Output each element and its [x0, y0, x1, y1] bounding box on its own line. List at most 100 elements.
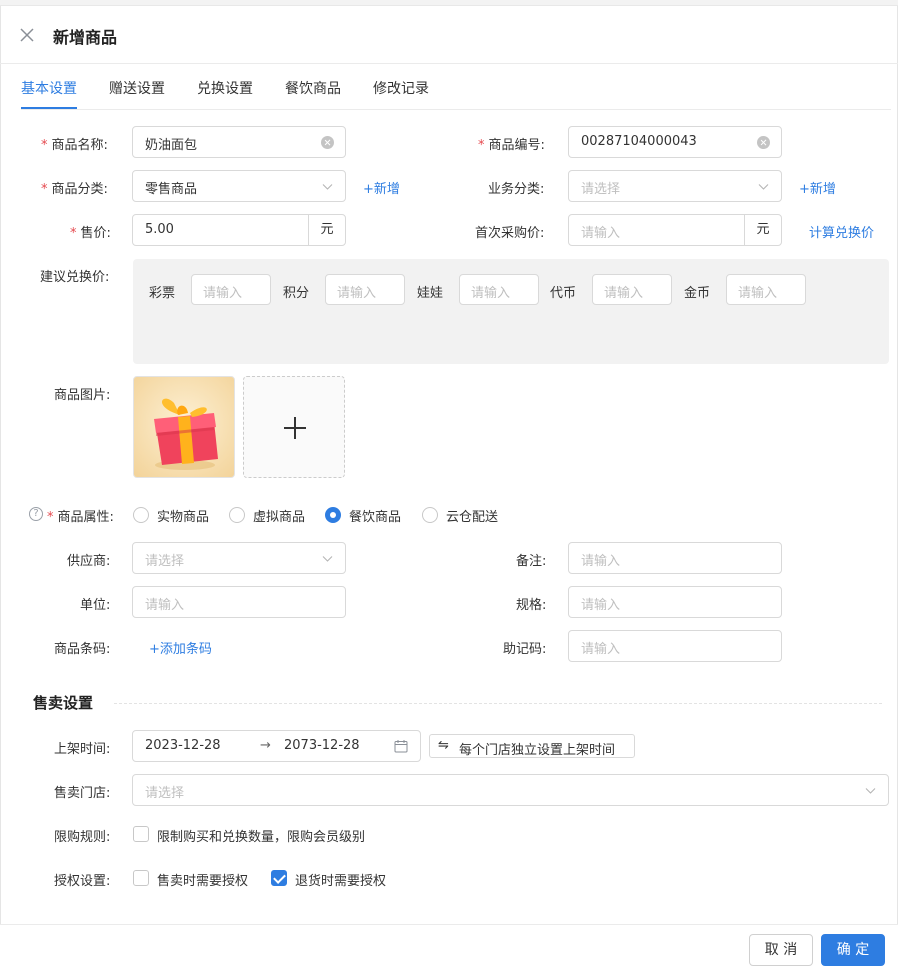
tab-catering-products[interactable]: 餐饮商品 — [285, 78, 341, 98]
radio-circle-selected — [325, 507, 341, 523]
price-input[interactable]: 5.00 元 — [132, 214, 346, 246]
active-tab-indicator — [21, 107, 77, 109]
unit-input[interactable]: 请输入 — [132, 586, 346, 618]
stores-placeholder: 请选择 — [145, 786, 185, 801]
authorization-label: 授权设置: — [54, 874, 111, 889]
exchange-gold-coin-placeholder: 请输入 — [738, 286, 778, 301]
mnemonic-label: 助记码: — [503, 642, 547, 657]
clear-icon[interactable] — [757, 136, 770, 149]
radio-label: 实物商品 — [157, 510, 210, 525]
exchange-doll-placeholder: 请输入 — [471, 286, 511, 301]
spec-placeholder: 请输入 — [581, 598, 621, 613]
category-value: 零售商品 — [145, 182, 198, 197]
spec-input[interactable]: 请输入 — [568, 586, 782, 618]
exchange-token-placeholder: 请输入 — [604, 286, 644, 301]
exchange-points-placeholder: 请输入 — [337, 286, 377, 301]
first-purchase-price-input[interactable]: 请输入 元 — [568, 214, 782, 246]
product-code-label: * 商品编号: — [478, 138, 545, 153]
plus-icon-vertical — [294, 417, 296, 439]
stores-select[interactable]: 请选择 — [132, 774, 889, 806]
confirm-button[interactable]: 确 定 — [821, 934, 885, 966]
mnemonic-placeholder: 请输入 — [581, 642, 621, 657]
exchange-token-input[interactable]: 请输入 — [592, 274, 672, 305]
auth-on-return-checkbox[interactable] — [271, 870, 287, 886]
dialog-footer: 取 消 确 定 — [0, 924, 898, 975]
shelf-time-range-picker[interactable]: 2023-12-28 → 2073-12-28 — [132, 730, 421, 762]
exchange-token-label: 代币 — [550, 286, 577, 301]
radio-label: 虚拟商品 — [253, 510, 306, 525]
exchange-points-label: 积分 — [283, 286, 310, 301]
chevron-down-icon — [322, 556, 333, 562]
remark-input[interactable]: 请输入 — [568, 542, 782, 574]
tab-basic-settings[interactable]: 基本设置 — [21, 78, 77, 98]
business-category-label: 业务分类: — [488, 182, 545, 197]
product-code-value: 00287104000043 — [581, 134, 697, 149]
independent-shelf-time-label: 每个门店独立设置上架时间 — [459, 743, 616, 758]
product-attribute-label: * 商品属性: — [47, 510, 114, 525]
tab-change-log[interactable]: 修改记录 — [373, 78, 429, 98]
exchange-lottery-label: 彩票 — [149, 286, 176, 301]
supplier-label: 供应商: — [67, 554, 111, 569]
sale-settings-title: 售卖设置 — [33, 694, 94, 712]
clear-icon[interactable] — [321, 136, 334, 149]
auth-on-sale-text: 售卖时需要授权 — [157, 874, 249, 889]
exchange-gold-coin-label: 金币 — [684, 286, 711, 301]
tab-gift-settings[interactable]: 赠送设置 — [109, 78, 165, 98]
cancel-button[interactable]: 取 消 — [749, 934, 813, 966]
exchange-gold-coin-input[interactable]: 请输入 — [726, 274, 806, 305]
add-business-category-link[interactable]: +新增 — [799, 178, 836, 197]
first-purchase-price-unit: 元 — [744, 215, 781, 245]
spec-label: 规格: — [516, 598, 547, 613]
mnemonic-input[interactable]: 请输入 — [568, 630, 782, 662]
supplier-select[interactable]: 请选择 — [132, 542, 346, 574]
radio-circle — [133, 507, 149, 523]
window-top-strip — [0, 0, 898, 6]
exchange-points-input[interactable]: 请输入 — [325, 274, 405, 305]
radio-circle — [229, 507, 245, 523]
upload-image-button[interactable] — [243, 376, 345, 478]
product-name-label: * 商品名称: — [41, 138, 108, 153]
calculate-exchange-price-link[interactable]: 计算兑换价 — [809, 222, 874, 241]
category-select[interactable]: 零售商品 — [132, 170, 346, 202]
chevron-down-icon — [865, 788, 876, 794]
remark-label: 备注: — [516, 554, 547, 569]
business-category-select[interactable]: 请选择 — [568, 170, 782, 202]
dialog-header: 新增商品 — [0, 14, 898, 64]
calendar-icon — [394, 740, 408, 753]
price-value: 5.00 — [145, 222, 174, 237]
limit-rule-checkbox[interactable] — [133, 826, 149, 842]
auth-on-sale-checkbox[interactable] — [133, 870, 149, 886]
first-purchase-price-label: 首次采购价: — [475, 226, 545, 241]
range-arrow: → — [260, 738, 271, 753]
auth-on-return-text: 退货时需要授权 — [295, 874, 387, 889]
exchange-doll-input[interactable]: 请输入 — [459, 274, 539, 305]
dialog-left-border — [0, 6, 1, 975]
radio-label: 云仓配送 — [446, 510, 499, 525]
help-icon[interactable]: ? — [29, 507, 43, 521]
exchange-doll-label: 娃娃 — [417, 286, 444, 301]
category-label: * 商品分类: — [41, 182, 108, 197]
close-icon[interactable] — [18, 26, 36, 44]
add-category-link[interactable]: +新增 — [363, 178, 400, 197]
product-name-input[interactable]: 奶油面包 — [132, 126, 346, 158]
suggested-exchange-panel: 彩票 请输入 积分 请输入 娃娃 请输入 代币 请输入 金币 请输入 — [133, 259, 889, 364]
barcode-label: 商品条码: — [54, 642, 111, 657]
independent-shelf-time-button[interactable]: ⇋ 每个门店独立设置上架时间 — [429, 734, 635, 758]
price-label: * 售价: — [70, 226, 111, 241]
chevron-down-icon — [758, 184, 769, 190]
price-unit: 元 — [308, 215, 345, 245]
exchange-lottery-input[interactable]: 请输入 — [191, 274, 271, 305]
product-code-input[interactable]: 00287104000043 — [568, 126, 782, 158]
product-image-label: 商品图片: — [54, 388, 111, 403]
add-barcode-link[interactable]: +添加条码 — [149, 638, 212, 657]
suggested-exchange-label: 建议兑换价: — [40, 270, 110, 285]
exchange-lottery-placeholder: 请输入 — [203, 286, 243, 301]
business-category-placeholder: 请选择 — [581, 182, 621, 197]
tab-exchange-settings[interactable]: 兑换设置 — [197, 78, 253, 98]
gift-box-image — [134, 377, 234, 477]
swap-icon: ⇋ — [438, 738, 449, 753]
dialog-title: 新增商品 — [53, 28, 118, 47]
product-image-thumbnail[interactable] — [133, 376, 235, 478]
remark-placeholder: 请输入 — [581, 554, 621, 569]
limit-rule-label: 限购规则: — [54, 830, 111, 845]
